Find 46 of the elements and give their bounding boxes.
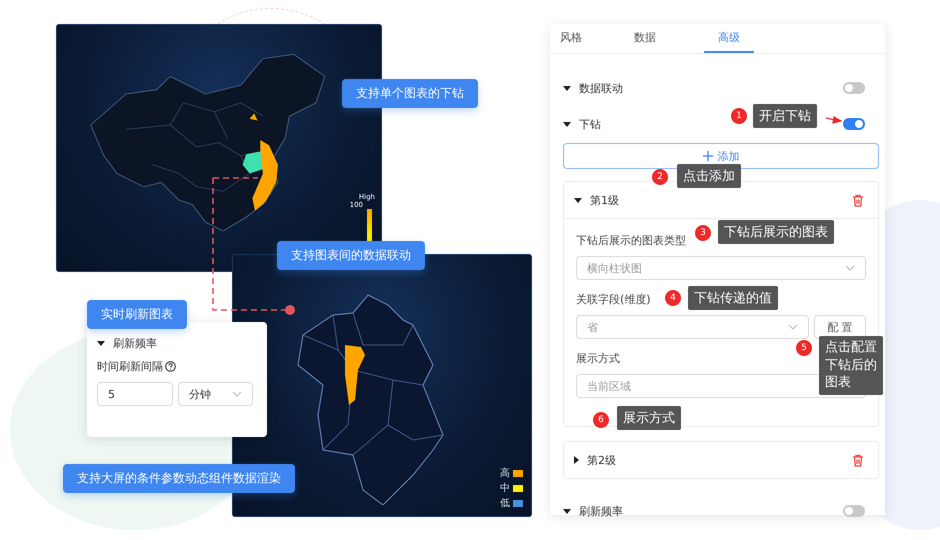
unit-select[interactable]: 分钟 xyxy=(178,382,253,406)
annotation-tooltip: 下钻传递的值 xyxy=(688,286,778,310)
level-title: 第2级 xyxy=(587,452,616,468)
arrow-icon xyxy=(826,116,842,124)
annotation-tooltip: 点击配置下钻后的图表 xyxy=(819,336,883,395)
toggle-switch[interactable] xyxy=(843,505,865,517)
annotation-tooltip: 展示方式 xyxy=(617,406,681,430)
trash-icon[interactable] xyxy=(852,454,864,466)
caret-icon[interactable] xyxy=(97,341,105,346)
feature-callout: 支持大屏的条件参数动态组件数据渲染 xyxy=(63,464,295,493)
annotation-tooltip: 点击添加 xyxy=(677,164,741,188)
tab[interactable]: 风格 xyxy=(560,24,634,53)
section-title: 下钻 xyxy=(579,116,601,132)
annotation-tooltip: 下钻后展示的图表 xyxy=(718,220,834,244)
add-button[interactable]: 添加 xyxy=(563,143,879,169)
help-icon[interactable] xyxy=(165,361,176,372)
chevron-down-icon xyxy=(232,391,242,397)
field-label: 关联字段(维度) xyxy=(576,292,651,307)
toggle-switch[interactable] xyxy=(843,118,865,130)
feature-callout: 支持图表间的数据联动 xyxy=(277,241,425,270)
tab[interactable]: 高级 xyxy=(704,24,754,53)
section-title: 刷新频率 xyxy=(113,336,157,351)
caret-icon[interactable] xyxy=(574,456,579,464)
section-title: 刷新频率 xyxy=(579,504,623,518)
toggle-switch[interactable] xyxy=(843,82,865,94)
annotation-tooltip: 开启下钻 xyxy=(753,104,817,128)
legend-label: 中 xyxy=(500,482,510,495)
chevron-down-icon xyxy=(788,324,798,330)
chevron-down-icon xyxy=(845,265,855,271)
interval-input[interactable]: 5 xyxy=(97,382,173,406)
feature-callout: 实时刷新图表 xyxy=(87,300,187,329)
caret-icon[interactable] xyxy=(574,198,582,202)
level-title: 第1级 xyxy=(590,192,619,208)
section-title: 数据联动 xyxy=(579,80,623,96)
feature-callout: 支持单个图表的下钻 xyxy=(342,79,478,108)
legend-label: 低 xyxy=(500,497,510,510)
caret-icon[interactable] xyxy=(563,86,571,90)
field-label: 展示方式 xyxy=(576,351,620,366)
field-label: 时间刷新间隔 xyxy=(97,359,163,374)
field-label: 下钻后展示的图表类型 xyxy=(576,233,686,248)
trash-icon[interactable] xyxy=(852,194,864,206)
caret-icon[interactable] xyxy=(563,508,571,514)
tab[interactable]: 数据 xyxy=(634,24,704,53)
legend-label: 高 xyxy=(500,466,510,480)
caret-icon[interactable] xyxy=(563,122,571,126)
plus-icon xyxy=(702,151,712,161)
